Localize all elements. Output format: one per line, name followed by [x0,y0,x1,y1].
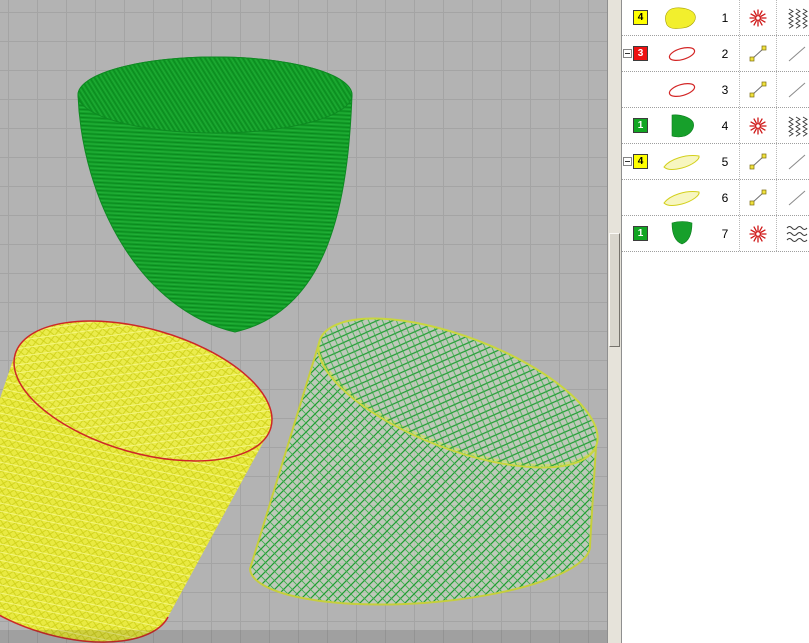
object-thumbnail [653,112,711,140]
stitch-type-icon [776,36,809,71]
stitch-type-icon [776,144,809,179]
embroidery-editor-window: 4 1 3 2 3 [0,0,809,643]
object-thumbnail [653,40,711,68]
object-row[interactable]: 1 4 [622,108,809,144]
object-thumbnail [653,220,711,248]
object-row[interactable]: 4 1 [622,0,809,36]
vertical-scrollbar[interactable] [607,0,622,643]
color-count-badge[interactable]: 1 [633,118,648,133]
stitch-type-icon [776,72,809,107]
object-sequence-number: 7 [711,227,739,241]
canvas-object-green-cup[interactable] [78,57,352,332]
stitch-type-icon [776,108,809,143]
object-thumbnail [653,76,711,104]
object-list-panel: 4 1 3 2 3 [622,0,809,643]
stitch-type-icon [776,216,809,251]
object-sequence-number: 2 [711,47,739,61]
vertical-scrollbar-thumb[interactable] [609,233,620,347]
stitch-type-icon [776,180,809,215]
object-sequence-number: 3 [711,83,739,97]
color-count-badge[interactable]: 4 [633,10,648,25]
canvas-object-green-mesh-cup[interactable] [250,288,607,605]
stitch-type-icon [776,0,809,35]
design-canvas[interactable] [0,0,607,643]
object-type-icon [739,180,776,215]
object-row[interactable]: 4 5 [622,144,809,180]
object-sequence-number: 5 [711,155,739,169]
object-row[interactable]: 3 2 [622,36,809,72]
canvas-objects-layer [0,0,607,643]
object-type-icon [739,144,776,179]
color-count-badge[interactable]: 1 [633,226,648,241]
object-list: 4 1 3 2 3 [622,0,809,252]
object-type-icon [739,0,776,35]
object-type-icon [739,36,776,71]
object-sequence-number: 4 [711,119,739,133]
object-type-icon [739,108,776,143]
object-sequence-number: 1 [711,11,739,25]
object-sequence-number: 6 [711,191,739,205]
object-type-icon [739,216,776,251]
object-row[interactable]: 6 [622,180,809,216]
object-thumbnail [653,184,711,212]
object-row[interactable]: 1 7 [622,216,809,252]
object-type-icon [739,72,776,107]
object-thumbnail [653,4,711,32]
tree-expander-icon[interactable] [623,157,632,166]
object-row[interactable]: 3 [622,72,809,108]
canvas-object-yellow-cylinder[interactable] [0,295,288,642]
tree-expander-icon[interactable] [623,49,632,58]
object-thumbnail [653,148,711,176]
color-count-badge[interactable]: 3 [633,46,648,61]
color-count-badge[interactable]: 4 [633,154,648,169]
